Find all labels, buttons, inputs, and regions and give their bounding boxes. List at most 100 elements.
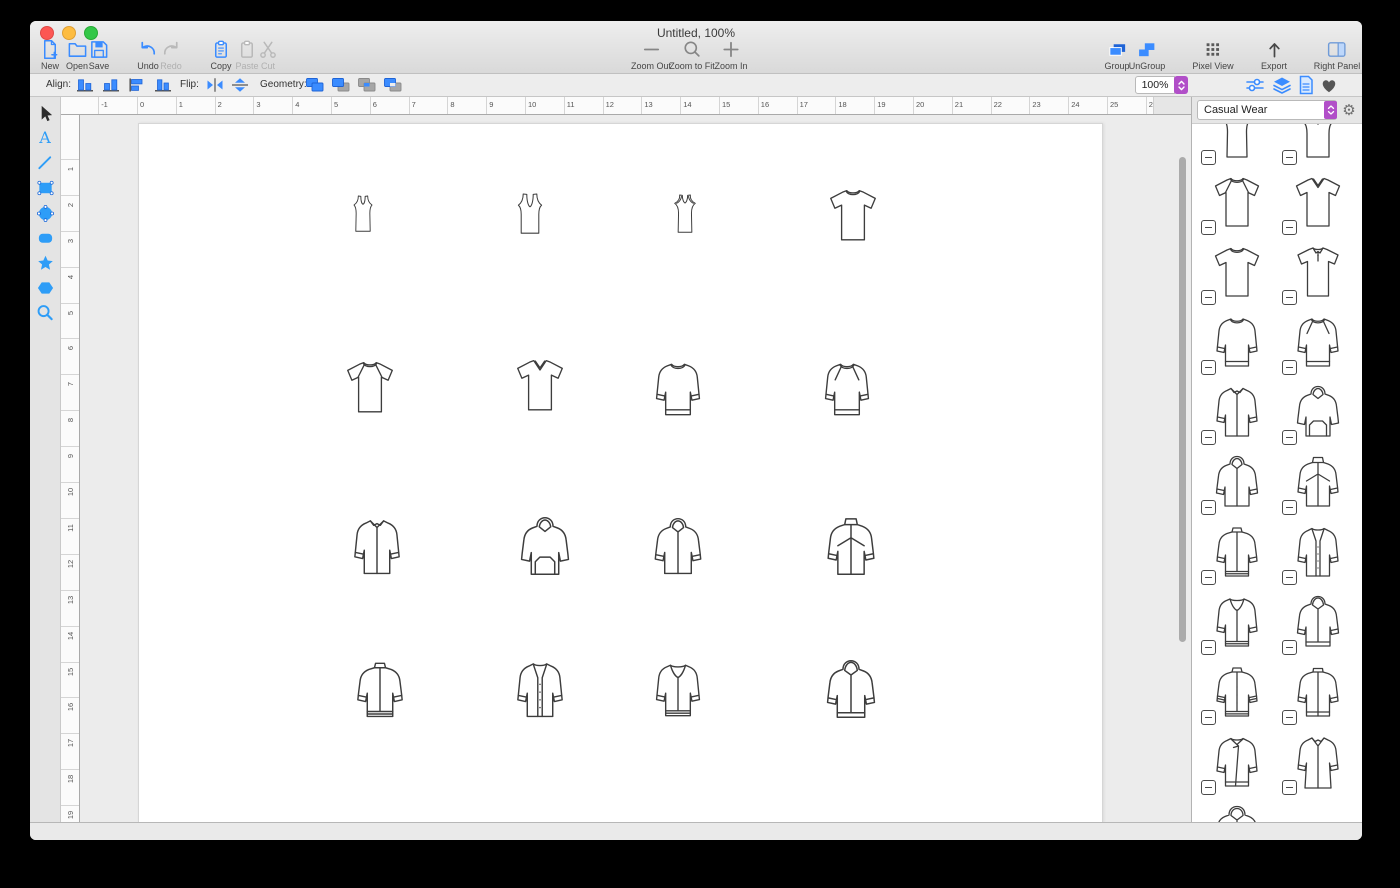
heart-toggle-button[interactable] [1318, 77, 1340, 93]
sweatshirt-shape[interactable] [647, 360, 709, 420]
intersect-button[interactable] [356, 77, 378, 93]
align-bottom-right-button[interactable] [100, 77, 122, 93]
pointer-tool[interactable] [36, 104, 54, 122]
exclude-button[interactable] [382, 77, 404, 93]
stencil-windbreaker-jacket[interactable] [1281, 448, 1355, 518]
union-button[interactable] [304, 77, 326, 93]
remove-stencil-button[interactable] [1282, 360, 1297, 375]
remove-stencil-button[interactable] [1201, 710, 1216, 725]
tank-top-shape[interactable] [345, 184, 381, 244]
vneck-tshirt-shape[interactable] [512, 357, 568, 415]
document-toggle-button[interactable] [1295, 77, 1317, 93]
remove-stencil-button[interactable] [1282, 780, 1297, 795]
stencil-tshirt[interactable] [1200, 238, 1274, 308]
remove-stencil-button[interactable] [1282, 570, 1297, 585]
zoom-level-field[interactable]: 100% [1135, 76, 1175, 94]
remove-stencil-button[interactable] [1201, 290, 1216, 305]
raglan-sweatshirt-shape[interactable] [816, 360, 878, 420]
flip-vertical-button[interactable] [229, 77, 251, 93]
zip-hoodie-shape[interactable] [647, 517, 709, 579]
copy-button[interactable]: Copy [210, 39, 231, 71]
stencil-hoodie[interactable] [1281, 378, 1355, 448]
stencil-tank-top[interactable] [1200, 124, 1274, 168]
track-jacket-shape[interactable] [349, 660, 411, 722]
stencil-trench-coat[interactable] [1281, 728, 1355, 798]
ungroup-button[interactable]: UnGroup [1129, 39, 1166, 71]
canvas-vertical-scrollbar[interactable] [1179, 157, 1186, 642]
stencil-category-dropdown[interactable]: Casual Wear [1197, 100, 1337, 120]
remove-stencil-button[interactable] [1201, 430, 1216, 445]
remove-stencil-button[interactable] [1201, 570, 1216, 585]
right-panel-button[interactable]: Right Panel [1314, 39, 1361, 71]
cut-button[interactable]: Cut [258, 39, 279, 71]
zoom-tool[interactable] [36, 304, 54, 322]
stencil-zip-jacket[interactable] [1281, 658, 1355, 728]
remove-stencil-button[interactable] [1282, 150, 1297, 165]
zoom-in-button[interactable]: Zoom In [714, 39, 747, 71]
remove-stencil-button[interactable] [1282, 640, 1297, 655]
stencil-bomber-jacket[interactable] [1200, 588, 1274, 658]
line-tool[interactable] [36, 154, 54, 172]
subtract-button[interactable] [330, 77, 352, 93]
paste-button[interactable]: Paste [235, 39, 258, 71]
remove-stencil-button[interactable] [1201, 640, 1216, 655]
stencil-vneck-tshirt[interactable] [1281, 168, 1355, 238]
stencil-polo-shirt[interactable] [1281, 238, 1355, 308]
stencil-hooded-jacket[interactable] [1281, 588, 1355, 658]
redo-button[interactable]: Redo [160, 39, 182, 71]
rectangle-tool[interactable] [36, 179, 54, 197]
align-top-left-button[interactable] [126, 77, 148, 93]
shirt-jacket-shape[interactable] [346, 517, 408, 579]
stencil-biker-jacket[interactable] [1200, 728, 1274, 798]
zoom-to-fit-button[interactable]: Zoom to Fit [669, 39, 715, 71]
cardigan-shape[interactable] [511, 660, 569, 722]
align-baseline-button[interactable] [152, 77, 174, 93]
flip-horizontal-button[interactable] [204, 77, 226, 93]
pixel-view-button[interactable]: Pixel View [1192, 39, 1233, 71]
bomber-jacket-shape[interactable] [647, 661, 709, 721]
stencil-cardigan[interactable] [1281, 518, 1355, 588]
stencil-zip-hoodie[interactable] [1200, 448, 1274, 518]
export-button[interactable]: Export [1261, 39, 1287, 71]
stencil-wide-tank-top[interactable] [1281, 124, 1355, 168]
remove-stencil-button[interactable] [1282, 220, 1297, 235]
stencil-parka[interactable] [1200, 798, 1274, 823]
undo-button[interactable]: Undo [137, 39, 159, 71]
drawing-canvas[interactable] [80, 115, 1191, 823]
layers-toggle-button[interactable] [1271, 77, 1293, 93]
remove-stencil-button[interactable] [1282, 710, 1297, 725]
rounded-rectangle-tool[interactable] [36, 229, 54, 247]
ellipse-tool[interactable] [36, 204, 54, 222]
align-bottom-left-button[interactable] [74, 77, 96, 93]
open-button[interactable]: Open [66, 39, 88, 71]
remove-stencil-button[interactable] [1201, 500, 1216, 515]
new-button[interactable]: New [40, 39, 61, 71]
sliders-toggle-button[interactable] [1244, 77, 1266, 93]
raglan-tshirt-shape[interactable] [342, 359, 398, 417]
group-button[interactable]: Group [1104, 39, 1129, 71]
text-tool[interactable]: A [36, 129, 54, 147]
windbreaker-jacket-shape[interactable] [820, 516, 882, 580]
stencil-shirt-jacket[interactable] [1200, 378, 1274, 448]
tshirt-shape[interactable] [825, 187, 881, 245]
stencil-track-jacket[interactable] [1200, 518, 1274, 588]
remove-stencil-button[interactable] [1201, 150, 1216, 165]
save-button[interactable]: Save [89, 39, 110, 71]
stencil-sweatshirt[interactable] [1200, 308, 1274, 378]
zoom-out-button[interactable]: Zoom Out [631, 39, 671, 71]
stencil-settings-gear-icon[interactable]: ⚙ [1340, 103, 1358, 118]
wide-tank-top-shape[interactable] [510, 184, 550, 244]
remove-stencil-button[interactable] [1201, 780, 1216, 795]
remove-stencil-button[interactable] [1282, 500, 1297, 515]
remove-stencil-button[interactable] [1282, 430, 1297, 445]
stencil-raglan-sweatshirt[interactable] [1281, 308, 1355, 378]
remove-stencil-button[interactable] [1201, 220, 1216, 235]
polygon-tool[interactable] [36, 279, 54, 297]
remove-stencil-button[interactable] [1201, 360, 1216, 375]
hooded-jacket-shape[interactable] [821, 659, 881, 723]
remove-stencil-button[interactable] [1282, 290, 1297, 305]
stencil-raglan-tshirt[interactable] [1200, 168, 1274, 238]
star-tool[interactable] [36, 254, 54, 272]
hoodie-shape[interactable] [514, 516, 576, 580]
stencil-varsity-jacket[interactable] [1200, 658, 1274, 728]
